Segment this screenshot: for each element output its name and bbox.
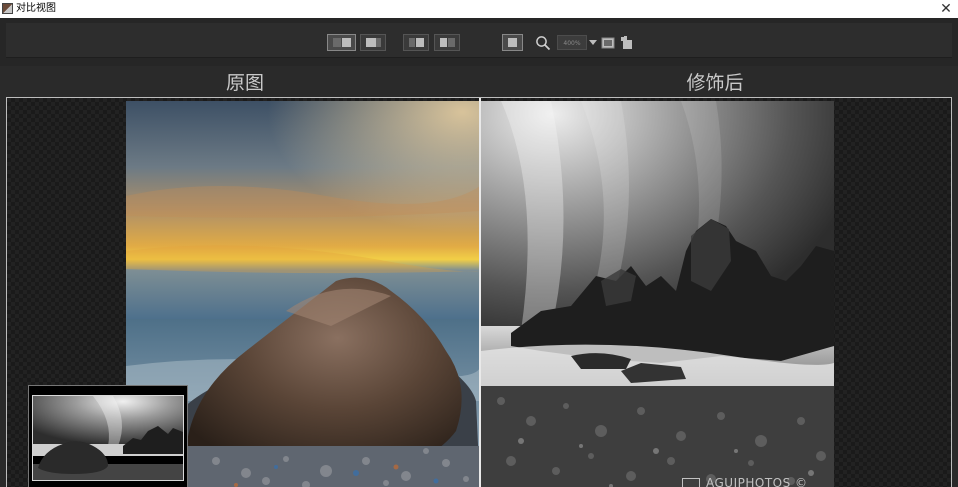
app-icon (2, 3, 13, 14)
close-button[interactable]: ✕ (938, 0, 954, 18)
hand-icon[interactable] (619, 35, 633, 50)
compare-icon[interactable] (601, 37, 615, 49)
split-divider[interactable] (479, 98, 481, 487)
navigator-thumbnail[interactable] (28, 385, 188, 487)
side-by-side-icon[interactable] (327, 34, 356, 51)
toolbar (0, 18, 958, 66)
split-view-icon[interactable] (403, 34, 429, 51)
zoom-icon[interactable] (535, 35, 551, 51)
comparison-canvas[interactable]: AGUIPHOTOS © (6, 97, 952, 487)
fit-window-icon[interactable] (502, 34, 523, 51)
window-title: 对比视图 (16, 3, 56, 14)
watermark-text: AGUIPHOTOS © (706, 476, 808, 487)
after-image (481, 101, 834, 487)
after-label: 修饰后 (686, 72, 744, 94)
toolbar-panel (6, 23, 952, 58)
single-view-icon[interactable] (360, 34, 386, 51)
before-label: 原图 (225, 72, 264, 94)
watermark-logo-icon (682, 477, 700, 487)
zoom-dropdown-icon[interactable] (589, 40, 597, 45)
split-view-alt-icon[interactable] (434, 34, 460, 51)
zoom-level-field[interactable]: 400% (557, 35, 587, 50)
thumbnail-image (32, 395, 184, 481)
watermark: AGUIPHOTOS © (682, 476, 808, 487)
title-bar: 对比视图 ✕ (0, 0, 958, 18)
